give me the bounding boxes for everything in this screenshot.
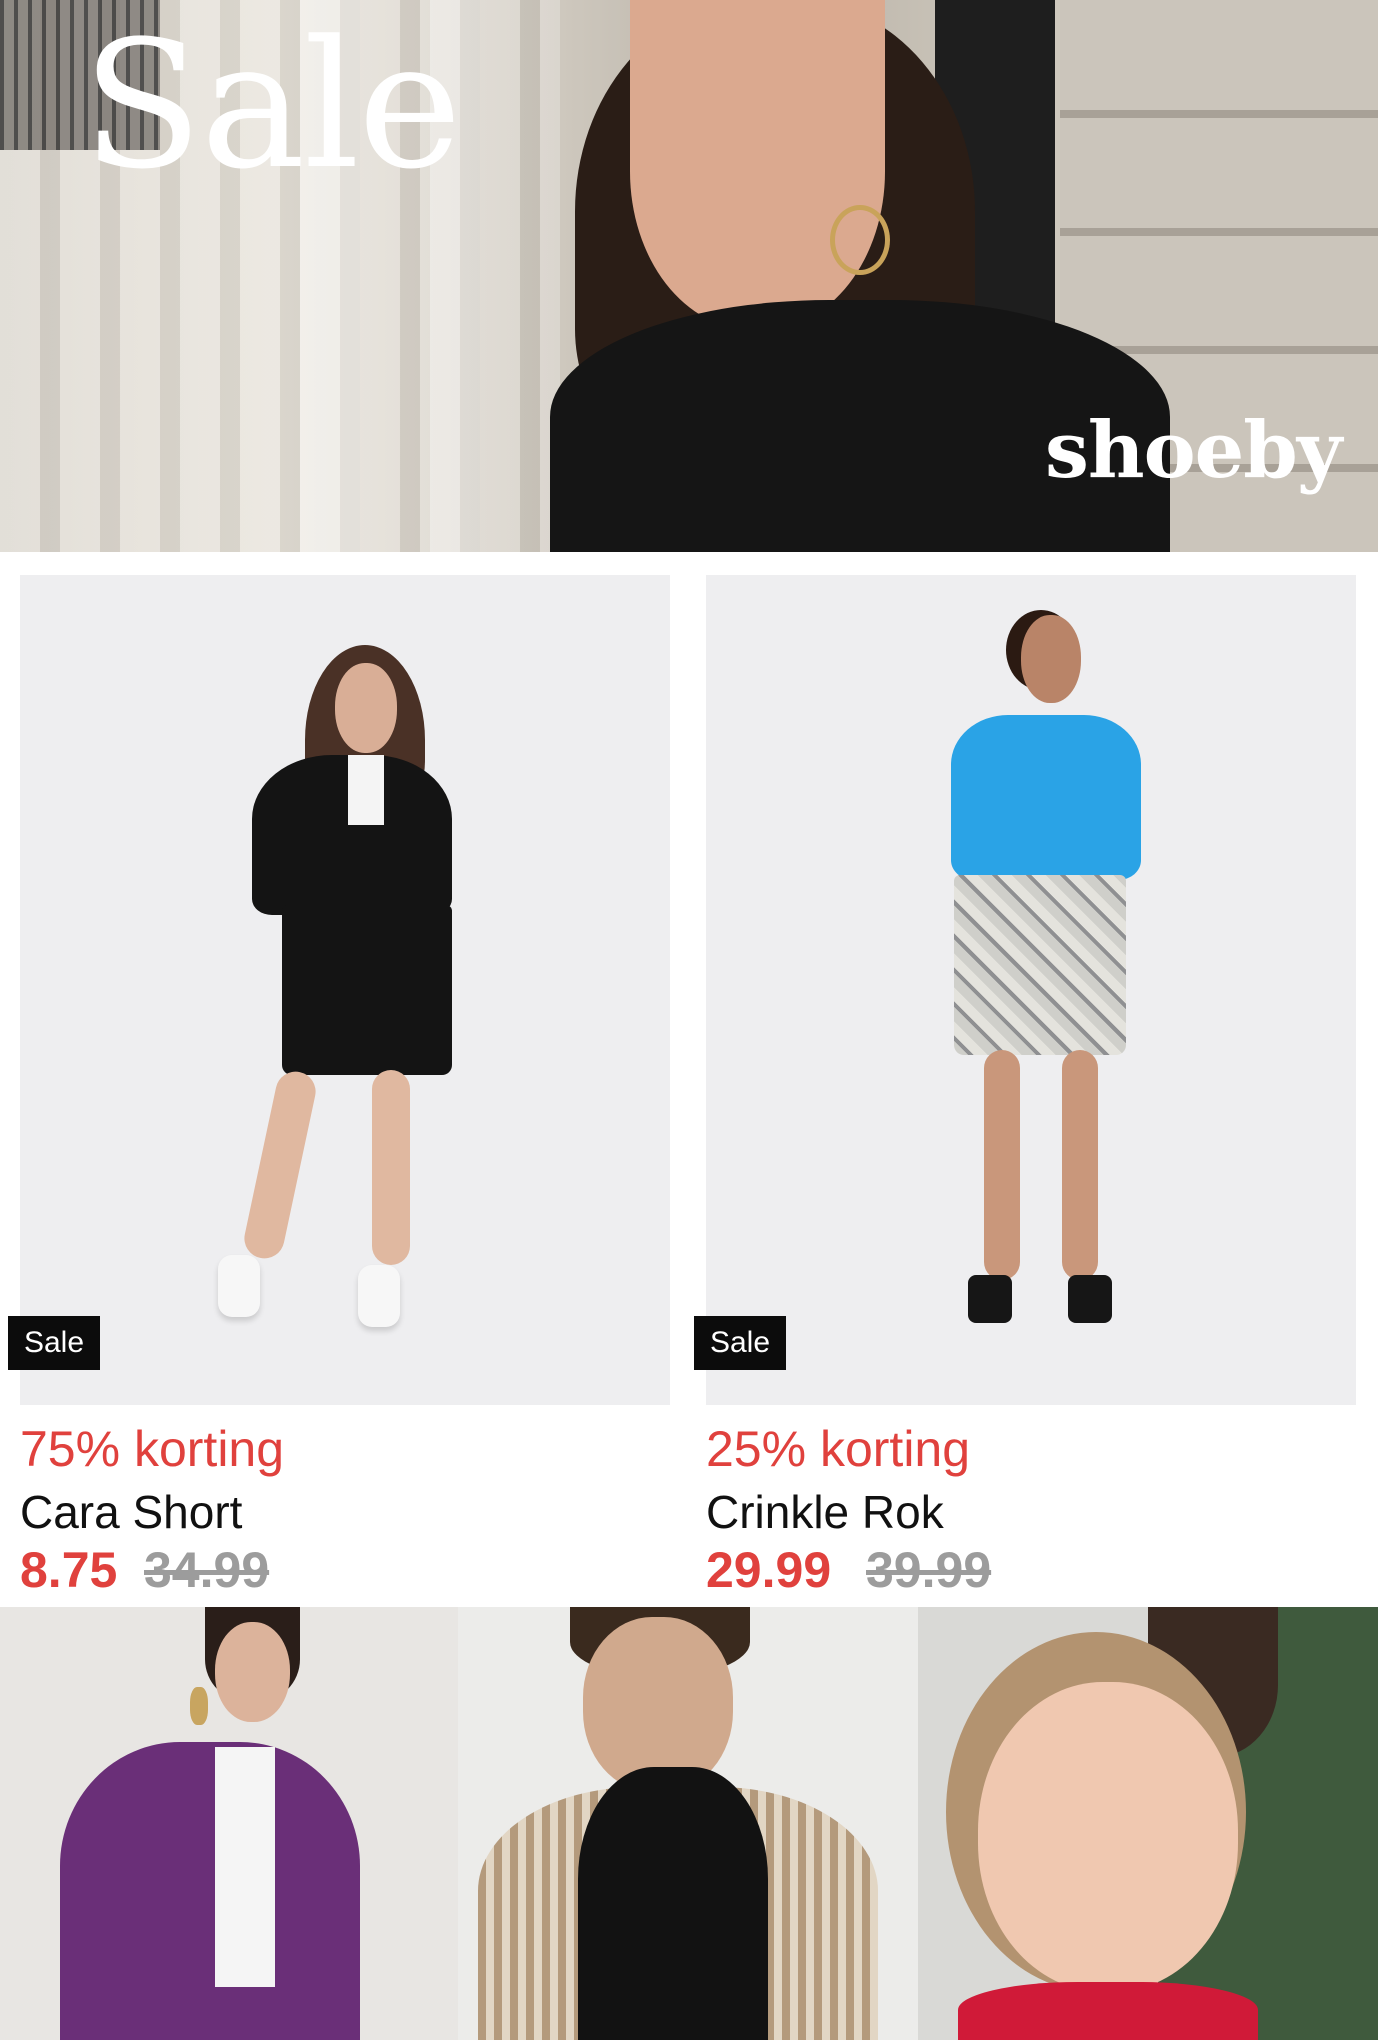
discount-label: 75% korting xyxy=(20,1421,285,1477)
sale-price: 8.75 xyxy=(20,1542,118,1598)
brand-logo: shoeby xyxy=(1045,405,1342,496)
white-tee xyxy=(215,1747,275,1987)
white-sneaker xyxy=(358,1265,400,1327)
model-face xyxy=(1021,615,1081,703)
category-tile-women[interactable] xyxy=(0,1607,458,2040)
sale-badge: Sale xyxy=(8,1316,100,1370)
product-image[interactable] xyxy=(706,575,1356,1405)
model-leg xyxy=(240,1067,320,1263)
product-name[interactable]: Crinkle Rok xyxy=(706,1485,944,1539)
category-tile-men[interactable] xyxy=(458,1607,918,2040)
gold-earring xyxy=(190,1687,208,1725)
category-tile-kids[interactable] xyxy=(918,1607,1378,2040)
hero-title: Sale xyxy=(82,3,462,208)
purple-blazer xyxy=(60,1742,360,2040)
sale-badge: Sale xyxy=(694,1316,786,1370)
red-top xyxy=(958,1982,1258,2040)
product-name[interactable]: Cara Short xyxy=(20,1485,242,1539)
original-price: 39.99 xyxy=(866,1542,992,1598)
white-sneaker xyxy=(218,1255,260,1317)
blue-blouse xyxy=(951,715,1141,880)
girl-face xyxy=(978,1682,1238,1992)
model-leg xyxy=(984,1050,1020,1280)
product-card[interactable]: Sale 75% korting Cara Short 8.75 34.99 xyxy=(8,575,670,1605)
black-shorts xyxy=(282,905,452,1075)
model-face xyxy=(630,0,885,330)
hero-banner[interactable]: Sale shoeby xyxy=(0,0,1378,552)
discount-label: 25% korting xyxy=(706,1421,971,1477)
black-sandal xyxy=(968,1275,1012,1323)
sale-price: 29.99 xyxy=(706,1542,832,1598)
product-image[interactable] xyxy=(20,575,670,1405)
patterned-skirt xyxy=(954,875,1126,1055)
black-sandal xyxy=(1068,1275,1112,1323)
model-face xyxy=(215,1622,290,1722)
white-tee xyxy=(348,755,384,825)
model-leg xyxy=(372,1070,410,1265)
model-face xyxy=(335,663,397,753)
model-face xyxy=(583,1617,733,1792)
product-card[interactable]: Sale 25% korting Crinkle Rok 29.99 39.99 xyxy=(694,575,1356,1605)
black-hoodie xyxy=(578,1767,768,2040)
original-price: 34.99 xyxy=(144,1542,270,1598)
gold-earring xyxy=(830,205,890,275)
model-leg xyxy=(1062,1050,1098,1280)
